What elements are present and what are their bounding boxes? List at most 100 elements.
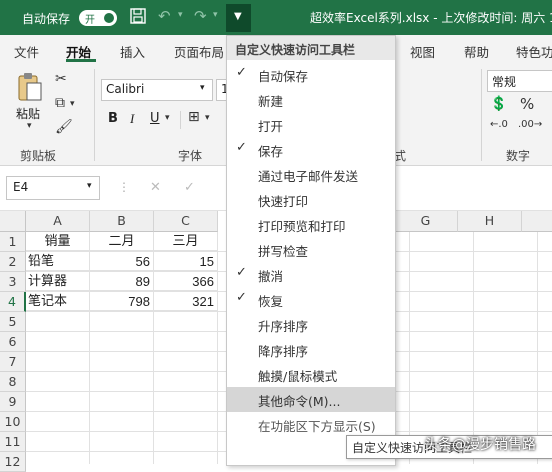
borders-dropdown-icon[interactable]: ▾ <box>205 113 210 123</box>
menu-item-redo[interactable]: ✓ 恢复 <box>227 287 395 312</box>
group-divider <box>94 69 95 161</box>
row-header[interactable]: 1 <box>0 232 26 252</box>
chevron-down-icon[interactable]: ▾ <box>87 181 92 191</box>
row-header[interactable]: 7 <box>0 352 26 372</box>
menu-item-autosave[interactable]: ✓ 自动保存 <box>227 62 395 87</box>
row-header[interactable]: 4 <box>0 292 26 312</box>
column-header[interactable]: G <box>394 211 458 232</box>
enter-icon[interactable]: ✓ <box>184 180 195 195</box>
italic-button[interactable]: I <box>130 111 134 127</box>
number-format-value: 常规 <box>492 75 517 89</box>
increase-decimal-icon[interactable]: ←.0 <box>490 119 508 130</box>
column-header[interactable]: H <box>458 211 522 232</box>
menu-item-label: 通过电子邮件发送 <box>258 169 359 184</box>
row-header[interactable]: 6 <box>0 332 26 352</box>
toggle-knob <box>104 13 114 23</box>
menu-item-undo[interactable]: ✓ 撤消 <box>227 262 395 287</box>
save-icon[interactable] <box>130 8 146 28</box>
row-header[interactable]: 9 <box>0 392 26 412</box>
cut-icon[interactable]: ✂ <box>55 71 67 87</box>
cell-c2[interactable]: 15 <box>154 252 218 271</box>
menu-item-spelling[interactable]: 拼写检查 <box>227 237 395 262</box>
cell-c3[interactable]: 366 <box>154 272 218 291</box>
cell-a2[interactable]: 铅笔 <box>26 252 90 271</box>
autosave-toggle[interactable]: 开 <box>79 10 117 26</box>
menu-item-print-preview[interactable]: 打印预览和打印 <box>227 212 395 237</box>
menu-item-open[interactable]: 打开 <box>227 112 395 137</box>
underline-button[interactable]: U <box>150 111 160 126</box>
row-header[interactable]: 3 <box>0 272 26 292</box>
redo-dropdown-icon[interactable]: ▾ <box>213 10 218 20</box>
select-all-corner[interactable] <box>0 211 26 232</box>
tab-features[interactable]: 特色功 <box>516 42 552 61</box>
cell-b2[interactable]: 56 <box>90 252 154 271</box>
menu-item-more-commands[interactable]: 其他命令(M)... <box>227 387 395 412</box>
menu-item-sort-ascending[interactable]: 升序排序 <box>227 312 395 337</box>
underline-dropdown-icon[interactable]: ▾ <box>165 113 170 123</box>
menu-item-email[interactable]: 通过电子邮件发送 <box>227 162 395 187</box>
menu-header-label: 自定义快速访问工具栏 <box>235 43 356 57</box>
percent-icon[interactable]: % <box>520 95 534 113</box>
row-header[interactable]: 11 <box>0 432 26 452</box>
tab-page-layout[interactable]: 页面布局 <box>174 42 224 61</box>
tab-help[interactable]: 帮助 <box>464 42 489 61</box>
group-divider <box>481 69 482 161</box>
number-format-combo[interactable]: 常规 <box>487 70 552 92</box>
menu-item-label: 新建 <box>258 94 284 109</box>
chevron-down-icon[interactable]: ▾ <box>200 83 205 93</box>
font-name-combo[interactable]: Calibri ▾ <box>101 79 213 101</box>
undo-dropdown-icon[interactable]: ▾ <box>178 10 183 20</box>
tab-insert[interactable]: 插入 <box>120 42 145 61</box>
menu-item-new[interactable]: 新建 <box>227 87 395 112</box>
menu-item-label: 在功能区下方显示(S) <box>258 419 376 434</box>
cell-b4[interactable]: 798 <box>90 292 154 311</box>
paste-label[interactable]: 粘贴 <box>16 105 40 122</box>
cell-c1[interactable]: 三月 <box>154 232 218 251</box>
menu-item-touch-mouse-mode[interactable]: 触摸/鼠标模式 <box>227 362 395 387</box>
drag-handle-icon[interactable]: ⋮ <box>118 180 130 194</box>
name-box[interactable]: E4 ▾ <box>6 176 100 200</box>
column-header[interactable]: B <box>90 211 154 232</box>
decrease-decimal-icon[interactable]: .00→ <box>518 119 542 130</box>
autosave-toggle-label: 开 <box>85 15 95 26</box>
cell-a4[interactable]: 笔记本 <box>26 292 90 311</box>
undo-icon[interactable]: ↶ <box>158 7 171 25</box>
title-bar: 自动保存 开 ↶ ▾ ↷ ▾ ▼ 超效率Excel系列.xlsx - 上次修改时… <box>0 0 552 35</box>
cancel-icon[interactable]: ✕ <box>150 180 161 195</box>
menu-item-show-below-ribbon[interactable]: 在功能区下方显示(S) <box>227 412 395 437</box>
clipboard-group-label: 剪贴板 <box>20 149 57 163</box>
cell-c4[interactable]: 321 <box>154 292 218 311</box>
bold-button[interactable]: B <box>108 111 118 126</box>
cell-b1[interactable]: 二月 <box>90 232 154 251</box>
menu-item-save[interactable]: ✓ 保存 <box>227 137 395 162</box>
cell-b3[interactable]: 89 <box>90 272 154 291</box>
cell-a1[interactable]: 销量 <box>26 232 90 251</box>
tab-view[interactable]: 视图 <box>410 42 435 61</box>
tab-file[interactable]: 文件 <box>14 42 39 61</box>
borders-icon[interactable]: ⊞ <box>188 109 200 125</box>
paste-icon[interactable] <box>16 71 44 107</box>
column-header[interactable]: A <box>26 211 90 232</box>
redo-icon[interactable]: ↷ <box>194 7 207 25</box>
menu-header: 自定义快速访问工具栏 <box>227 36 395 60</box>
cell-a3[interactable]: 计算器 <box>26 272 90 291</box>
paste-dropdown-icon[interactable]: ▾ <box>27 121 32 131</box>
row-header[interactable]: 10 <box>0 412 26 432</box>
row-header[interactable]: 5 <box>0 312 26 332</box>
customize-qat-button[interactable]: ▼ <box>226 4 251 32</box>
menu-item-label: 快速打印 <box>258 194 309 209</box>
menu-item-label: 降序排序 <box>258 344 309 359</box>
copy-dropdown-icon[interactable]: ▾ <box>70 99 75 109</box>
menu-item-sort-descending[interactable]: 降序排序 <box>227 337 395 362</box>
accounting-format-icon[interactable]: 💲 <box>490 96 507 112</box>
column-header[interactable] <box>522 211 552 232</box>
copy-icon[interactable]: ⧉ <box>55 95 65 111</box>
format-painter-icon[interactable]: 🖌 <box>55 119 73 135</box>
column-header[interactable]: C <box>154 211 218 232</box>
checkmark-icon: ✓ <box>236 265 247 280</box>
row-header[interactable]: 2 <box>0 252 26 272</box>
row-header[interactable]: 8 <box>0 372 26 392</box>
row-header[interactable]: 12 <box>0 452 26 472</box>
menu-item-quick-print[interactable]: 快速打印 <box>227 187 395 212</box>
font-group-label: 字体 <box>178 149 203 163</box>
